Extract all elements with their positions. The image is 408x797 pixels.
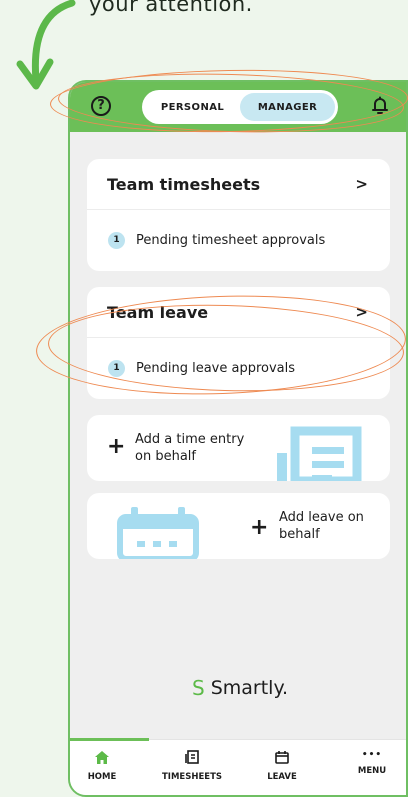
plus-icon: + — [107, 434, 126, 459]
pending-timesheet-label: Pending timesheet approvals — [136, 233, 326, 248]
team-timesheets-title: Team timesheets — [107, 174, 261, 194]
calendar-illustration-icon — [117, 507, 199, 559]
calendar-icon — [275, 751, 289, 764]
pending-leave-row[interactable]: 1 Pending leave approvals — [87, 338, 390, 399]
add-time-entry-label: Add a time entry on behalf — [135, 432, 245, 464]
plus-icon: + — [250, 515, 269, 540]
tab-menu[interactable]: ••• MENU — [332, 749, 406, 776]
pending-leave-label: Pending leave approvals — [136, 361, 296, 376]
team-leave-title: Team leave — [107, 302, 209, 322]
instruction-caption: your attention. — [89, 0, 253, 16]
chevron-right-icon[interactable]: > — [355, 303, 368, 321]
phone-screen: ? PERSONAL MANAGER Team timesheets > 1 P… — [68, 80, 408, 797]
add-leave-card[interactable]: + Add leave on behalf — [87, 493, 390, 559]
question-circle-icon[interactable]: ? — [91, 96, 111, 116]
count-badge: 1 — [108, 232, 125, 249]
curved-arrow-icon — [16, 0, 76, 90]
bell-icon[interactable] — [372, 96, 388, 116]
bottom-tab-bar: HOME TIMESHEETS LEAVE ••• MENU — [70, 738, 406, 795]
add-time-entry-card[interactable]: + Add a time entry on behalf — [87, 415, 390, 481]
smartly-s-icon: S — [191, 676, 205, 700]
team-timesheets-header[interactable]: Team timesheets > — [87, 159, 390, 210]
smartly-logo: S Smartly. — [70, 676, 406, 700]
tab-home[interactable]: HOME — [70, 749, 142, 782]
team-leave-card[interactable]: Team leave > 1 Pending leave approvals — [87, 287, 390, 399]
toggle-personal[interactable]: PERSONAL — [145, 93, 240, 121]
role-toggle[interactable]: PERSONAL MANAGER — [142, 90, 338, 124]
home-icon — [95, 751, 109, 764]
team-timesheets-card[interactable]: Team timesheets > 1 Pending timesheet ap… — [87, 159, 390, 271]
tab-leave[interactable]: LEAVE — [242, 749, 322, 782]
active-tab-indicator — [70, 738, 149, 741]
tab-timesheets[interactable]: TIMESHEETS — [152, 749, 232, 782]
add-leave-label: Add leave on behalf — [279, 510, 364, 542]
chevron-right-icon[interactable]: > — [355, 175, 368, 193]
team-leave-header[interactable]: Team leave > — [87, 287, 390, 338]
top-bar: ? PERSONAL MANAGER — [70, 82, 406, 132]
count-badge: 1 — [108, 360, 125, 377]
pending-timesheet-row[interactable]: 1 Pending timesheet approvals — [87, 210, 390, 271]
smartly-wordmark: Smartly. — [210, 677, 289, 699]
timesheets-icon — [185, 750, 199, 764]
more-dots-icon: ••• — [361, 750, 383, 760]
toggle-manager[interactable]: MANAGER — [240, 93, 335, 121]
timesheet-illustration-icon — [277, 426, 362, 481]
